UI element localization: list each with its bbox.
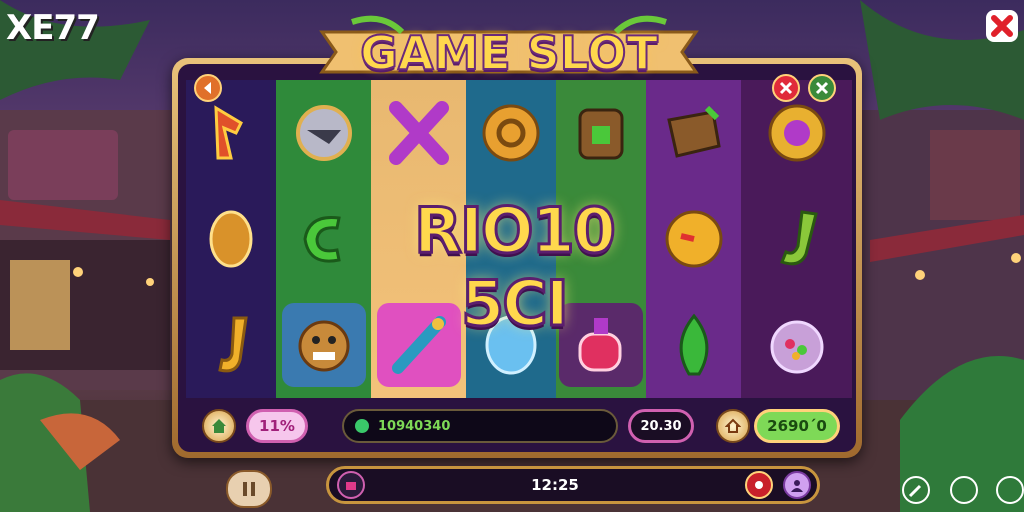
- goblin-face-icon: [298, 320, 349, 372]
- reel-symbol: [469, 91, 553, 175]
- close-icon: [991, 15, 1013, 37]
- title-banner: GAME SLOT: [312, 12, 706, 88]
- user-icon: [791, 480, 803, 492]
- bottom-status-bar: 12:25: [326, 466, 820, 504]
- percent-display: 11%: [246, 409, 308, 443]
- reel-1: [186, 80, 276, 398]
- silver-helmet-icon: [295, 105, 352, 161]
- red-bracket-icon: [214, 105, 243, 160]
- reel-symbol: [652, 303, 736, 387]
- reel-symbol: [281, 303, 366, 387]
- green-j-icon: [779, 210, 818, 266]
- reel-symbol: [189, 303, 273, 387]
- reel-symbol: [282, 197, 366, 281]
- balance-display: 10940340: [342, 409, 618, 443]
- edit-button[interactable]: [902, 476, 930, 504]
- close-button[interactable]: [986, 10, 1018, 42]
- purple-orb-coin-icon: [768, 104, 825, 162]
- reel-symbol: [559, 91, 643, 175]
- candy-jar-icon: [770, 320, 823, 374]
- pencil-icon: [908, 484, 922, 498]
- spin-win-button[interactable]: 2690´0: [754, 409, 840, 443]
- gift-button[interactable]: [337, 471, 365, 499]
- gold-j-icon: [218, 316, 248, 373]
- slot-machine-frame: RIO10 5CI 11% 10940340 20.30 2690´0: [172, 58, 862, 458]
- reel-symbol: [377, 91, 461, 175]
- bronze-chest-icon: [578, 108, 624, 160]
- gift-icon: [346, 482, 356, 490]
- back-button[interactable]: [194, 74, 222, 102]
- purple-x-icon: [388, 101, 449, 165]
- reel-symbol: [755, 91, 839, 175]
- close-small-icon: [815, 81, 829, 95]
- reel-symbol: [189, 91, 273, 175]
- reel-symbol: [755, 303, 839, 387]
- home-button[interactable]: [202, 409, 236, 443]
- home-icon: [212, 419, 226, 433]
- autoplay-button[interactable]: [716, 409, 750, 443]
- win-text: RIO10 5CI: [413, 193, 618, 342]
- treasure-box-icon: [666, 105, 721, 158]
- mute-icon: [779, 81, 793, 95]
- green-c-icon: [302, 215, 341, 263]
- reel-symbol: [376, 303, 461, 387]
- house-outline-icon: [725, 418, 741, 433]
- clock-display: 12:25: [531, 476, 579, 494]
- back-arrow-icon: [204, 82, 211, 94]
- circle-button[interactable]: [950, 476, 978, 504]
- reel-symbol: [282, 91, 366, 175]
- jeweled-sword-icon: [391, 316, 446, 374]
- settings-button[interactable]: [808, 74, 836, 102]
- green-leaf-icon: [679, 313, 708, 376]
- red-potion-icon: [578, 318, 622, 372]
- coin-stack-icon: [355, 419, 369, 433]
- reel-symbol: [559, 303, 643, 387]
- reel-symbol: [652, 91, 736, 175]
- pause-button[interactable]: [226, 470, 272, 508]
- gold-coin-icon: [482, 104, 540, 162]
- hud-bar: 11% 10940340 20.30 2690´0: [186, 404, 852, 448]
- reel-symbol: [755, 197, 839, 281]
- balance-value: 10940340: [378, 418, 451, 434]
- pause-icon: [243, 482, 255, 496]
- reel-7: [741, 80, 852, 398]
- reel-symbol: [189, 197, 273, 281]
- mute-button[interactable]: [772, 74, 800, 102]
- record-icon: [755, 481, 763, 489]
- circle-button[interactable]: [996, 476, 1024, 504]
- amber-gem-icon: [209, 210, 253, 268]
- record-button[interactable]: [745, 471, 773, 499]
- brand-logo: XE77: [6, 8, 100, 48]
- bet-display: 20.30: [628, 409, 694, 443]
- profile-button[interactable]: [783, 471, 811, 499]
- game-title: GAME SLOT: [359, 25, 659, 81]
